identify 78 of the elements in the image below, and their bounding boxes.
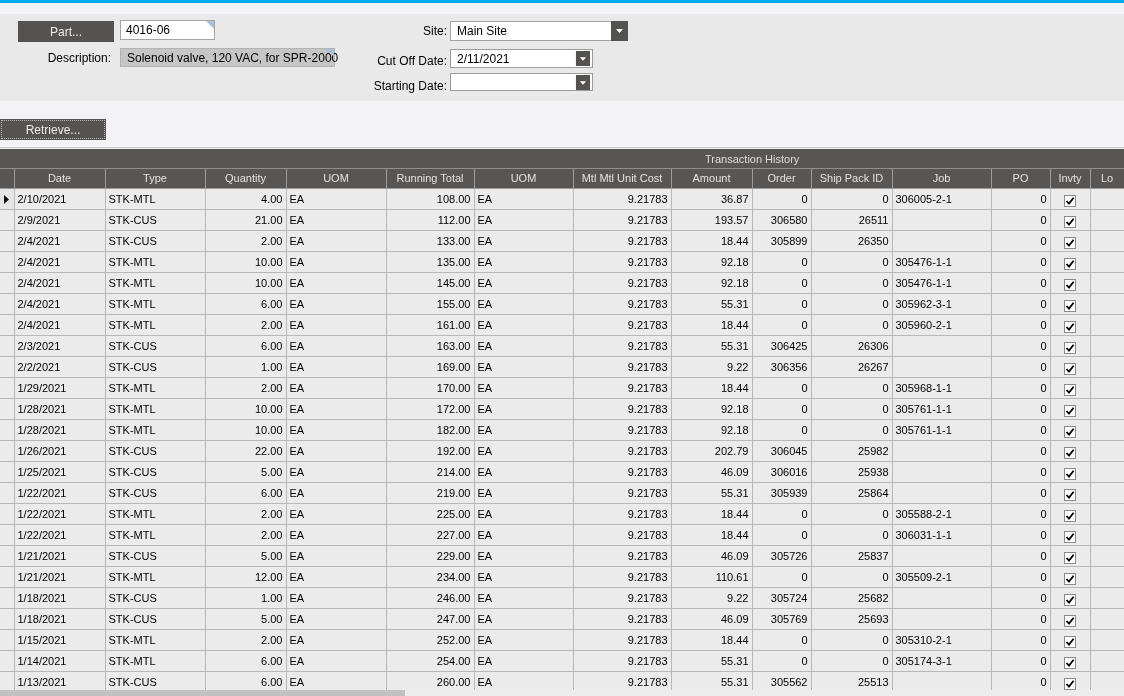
column-header[interactable]: Job xyxy=(892,169,991,189)
invty-checkbox[interactable] xyxy=(1064,467,1076,480)
column-header[interactable]: UOM xyxy=(286,169,386,189)
row-header-cell[interactable] xyxy=(0,419,14,441)
caret-right-icon xyxy=(4,195,9,204)
row-header-cell[interactable] xyxy=(0,209,14,231)
invty-checkbox[interactable] xyxy=(1064,215,1076,228)
starting-date-picker[interactable] xyxy=(450,73,593,91)
part-number-field[interactable]: 4016-06 xyxy=(120,20,215,40)
row-header-cell[interactable] xyxy=(0,335,14,357)
invty-checkbox[interactable] xyxy=(1064,530,1076,543)
site-dropdown[interactable]: Main Site xyxy=(450,21,628,41)
scrollbar-thumb[interactable] xyxy=(0,690,405,696)
row-header-cell[interactable] xyxy=(0,230,14,252)
invty-checkbox[interactable] xyxy=(1064,194,1076,207)
part-button[interactable]: Part... xyxy=(18,21,114,42)
row-header-cell[interactable] xyxy=(0,398,14,420)
invty-checkbox[interactable] xyxy=(1064,677,1076,690)
row-header-cell[interactable] xyxy=(0,608,14,630)
row-header-cell[interactable] xyxy=(0,293,14,315)
site-label: Site: xyxy=(423,24,447,38)
row-header-cell[interactable] xyxy=(0,188,14,210)
column-header[interactable]: PO xyxy=(991,169,1050,189)
invty-checkbox[interactable] xyxy=(1064,614,1076,627)
column-header[interactable]: Invty xyxy=(1050,169,1090,189)
invty-checkbox[interactable] xyxy=(1064,593,1076,606)
column-header[interactable]: Date xyxy=(14,169,105,189)
invty-checkbox[interactable] xyxy=(1064,278,1076,291)
column-header[interactable]: Ship Pack ID xyxy=(811,169,892,189)
invty-checkbox[interactable] xyxy=(1064,509,1076,522)
invty-checkbox[interactable] xyxy=(1064,299,1076,312)
invty-checkbox[interactable] xyxy=(1064,635,1076,648)
corner-triangle-icon xyxy=(206,21,214,29)
invty-checkbox[interactable] xyxy=(1064,257,1076,270)
invty-checkbox[interactable] xyxy=(1064,362,1076,375)
row-header-cell[interactable] xyxy=(0,566,14,588)
row-header-cell[interactable] xyxy=(0,314,14,336)
column-header[interactable]: Running Total xyxy=(386,169,474,189)
invty-checkbox[interactable] xyxy=(1064,572,1076,585)
row-header-cell[interactable] xyxy=(0,524,14,546)
invty-checkbox[interactable] xyxy=(1064,404,1076,417)
row-header-cell[interactable] xyxy=(0,629,14,651)
row-header-cell[interactable] xyxy=(0,587,14,609)
table-group-title: Transaction History xyxy=(705,152,800,165)
column-header[interactable]: Quantity xyxy=(205,169,286,189)
invty-checkbox[interactable] xyxy=(1064,551,1076,564)
row-header-cell[interactable] xyxy=(0,440,14,462)
invty-checkbox[interactable] xyxy=(1064,236,1076,249)
cut-off-date-label: Cut Off Date: xyxy=(377,54,447,68)
description-label: Description: xyxy=(47,50,111,65)
column-header[interactable]: Lo xyxy=(1090,169,1124,189)
row-header-cell[interactable] xyxy=(0,356,14,378)
caret-down-icon xyxy=(575,51,591,66)
column-header[interactable]: Amount xyxy=(671,169,752,189)
invty-checkbox[interactable] xyxy=(1064,341,1076,354)
column-header[interactable]: Order xyxy=(752,169,811,189)
row-header-cell[interactable] xyxy=(0,482,14,504)
row-header-cell[interactable] xyxy=(0,503,14,525)
column-header[interactable]: Type xyxy=(105,169,205,189)
row-header-cell[interactable] xyxy=(0,650,14,672)
row-header-cell[interactable] xyxy=(0,377,14,399)
invty-checkbox[interactable] xyxy=(1064,320,1076,333)
starting-date-label: Starting Date: xyxy=(373,79,447,93)
invty-checkbox[interactable] xyxy=(1064,488,1076,501)
invty-checkbox[interactable] xyxy=(1064,446,1076,459)
invty-checkbox[interactable] xyxy=(1064,383,1076,396)
row-header-cell[interactable] xyxy=(0,251,14,273)
invty-checkbox[interactable] xyxy=(1064,656,1076,669)
row-header-cell[interactable] xyxy=(0,272,14,294)
column-header[interactable]: Mtl Mtl Unit Cost xyxy=(573,169,671,189)
row-header-cell[interactable] xyxy=(0,545,14,567)
invty-checkbox[interactable] xyxy=(1064,425,1076,438)
column-header[interactable]: UOM xyxy=(474,169,573,189)
caret-down-icon xyxy=(611,21,628,41)
retrieve-button[interactable]: Retrieve... xyxy=(0,119,106,140)
cut-off-date-picker[interactable]: 2/11/2021 xyxy=(450,49,593,68)
row-header-cell[interactable] xyxy=(0,461,14,483)
caret-down-icon xyxy=(575,74,591,90)
